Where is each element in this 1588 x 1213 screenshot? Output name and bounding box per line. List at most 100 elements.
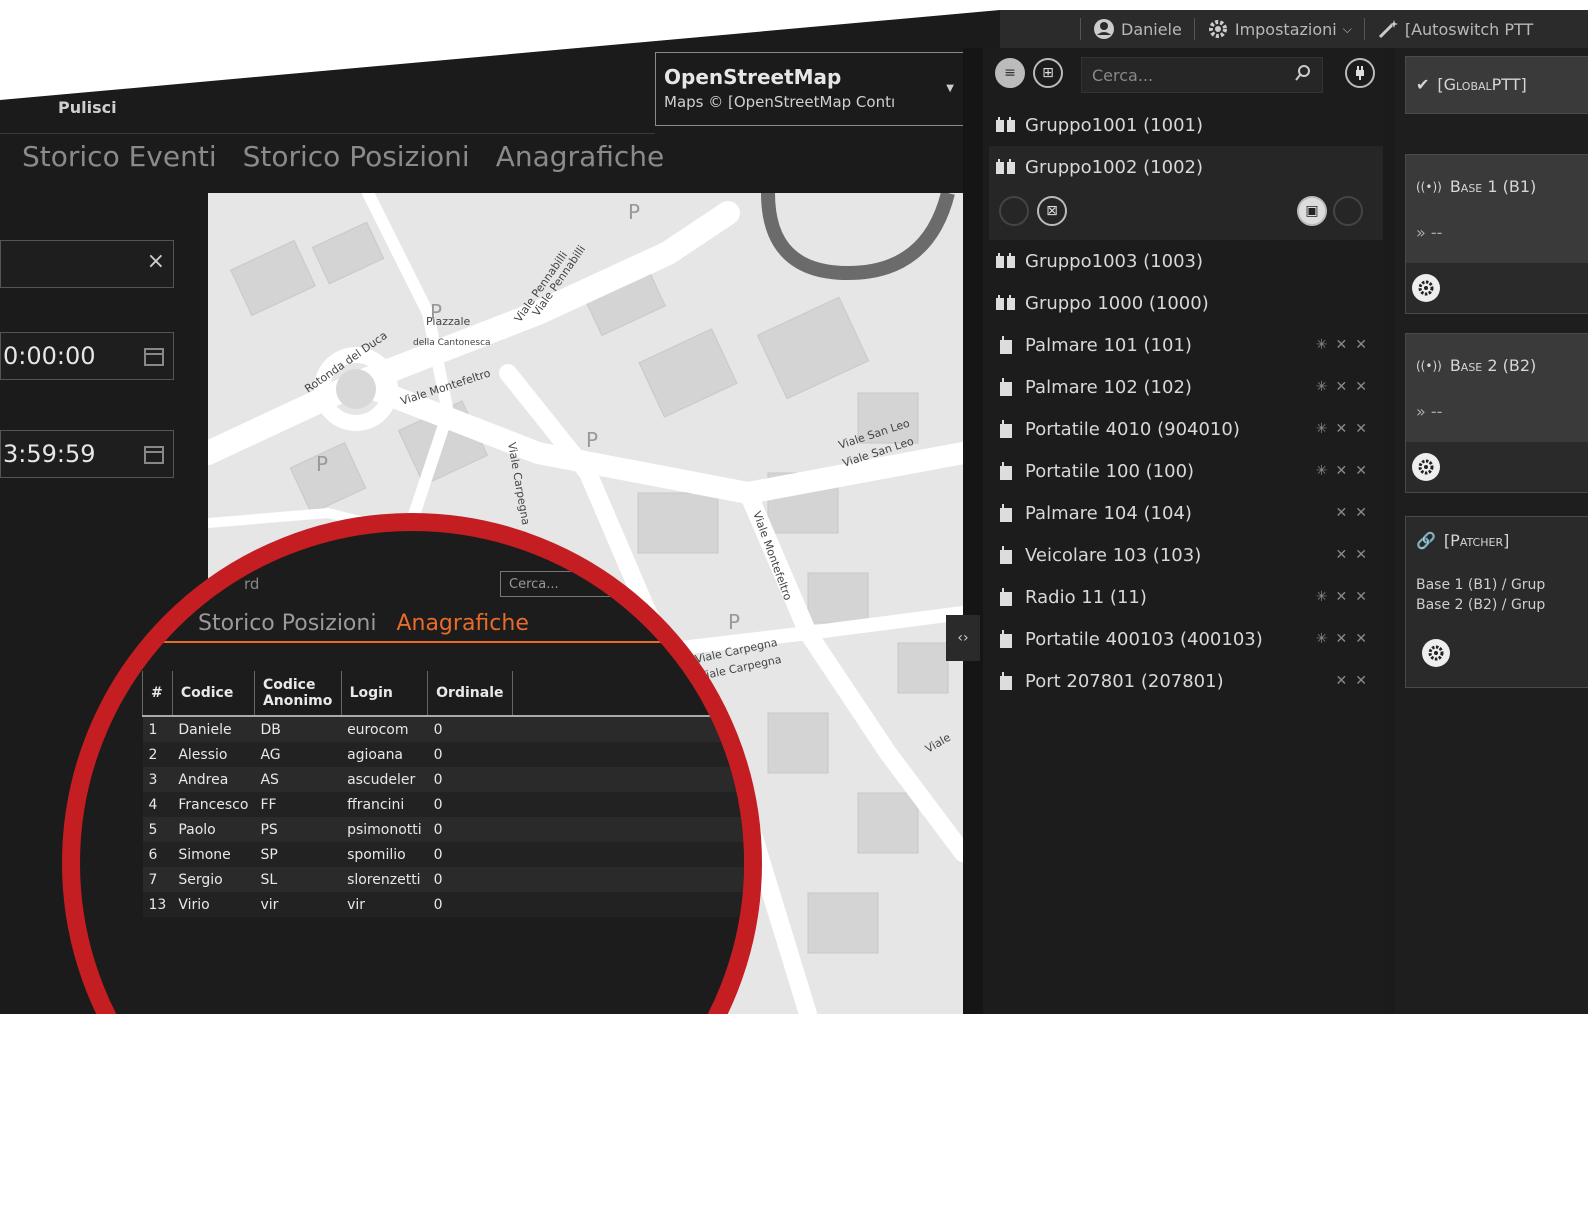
emergency-off-icon: ✕ <box>1355 505 1367 521</box>
global-ptt-label: [GlobalPTT] <box>1437 75 1527 94</box>
clear-icon[interactable]: × <box>147 249 165 274</box>
tree-item-radio[interactable]: Port 207801 (207801) ✕ ✕ <box>983 660 1383 702</box>
column-header[interactable]: Codice <box>171 671 255 717</box>
tree-search-input[interactable]: Cerca... <box>1081 57 1323 93</box>
disabled-action-icon <box>999 196 1029 226</box>
group-icon <box>995 117 1017 133</box>
table-row[interactable]: 13 Virio vir vir 0 <box>142 892 744 917</box>
cell-id: 3 <box>142 767 173 792</box>
tree-item-radio[interactable]: Palmare 104 (104) ✕ ✕ <box>983 492 1383 534</box>
tree-item-radio[interactable]: Portatile 400103 (400103) ✳ ✕ ✕ <box>983 618 1383 660</box>
cell-id: 13 <box>142 892 173 917</box>
parking-icon: P <box>316 452 328 476</box>
settings-menu[interactable]: Impostazioni ⌵ <box>1207 18 1352 40</box>
gear-icon[interactable] <box>1412 274 1440 302</box>
cell-ordinale: 0 <box>427 842 512 867</box>
tree-item-radio[interactable]: Portatile 100 (100) ✳ ✕ ✕ <box>983 450 1383 492</box>
cell-login: spomilio <box>341 842 428 867</box>
message-icon[interactable]: ▣ <box>1297 196 1327 226</box>
tree-item-radio[interactable]: Palmare 102 (102) ✳ ✕ ✕ <box>983 366 1383 408</box>
zoom-search-input[interactable]: Cerca... <box>500 571 650 597</box>
magic-wand-icon <box>1377 18 1399 40</box>
location-off-icon: ✕ <box>1335 337 1348 353</box>
table-row[interactable]: 2 Alessio AG agioana 0 <box>142 742 744 767</box>
gear-icon[interactable] <box>1412 453 1440 481</box>
autoswitch-ptt-toggle[interactable]: [Autoswitch PTT <box>1377 18 1533 40</box>
zoom-title-fragment: rd <box>244 575 260 593</box>
map-attribution: Maps © [OpenStreetMap Contı <box>664 93 896 111</box>
user-icon <box>1093 18 1115 40</box>
emergency-off-icon: ✕ <box>1355 421 1367 437</box>
search-icon[interactable] <box>1294 64 1312 86</box>
cell-login: ffrancini <box>341 792 428 817</box>
tree-item-radio[interactable]: Portatile 4010 (904010) ✳ ✕ ✕ <box>983 408 1383 450</box>
tree-item-label: Palmare 102 (102) <box>1025 376 1192 398</box>
calendar-icon[interactable] <box>143 345 165 373</box>
column-header[interactable]: Login <box>340 671 428 717</box>
user-menu[interactable]: Daniele <box>1093 18 1182 40</box>
column-header[interactable]: Codice Anonimo <box>253 671 342 717</box>
chevron-down-icon: ▼ <box>946 83 954 94</box>
table-row[interactable]: 6 Simone SP spomilio 0 <box>142 842 744 867</box>
cell-codice-anonimo: DB <box>254 716 342 742</box>
location-off-icon: ✕ <box>1335 379 1348 395</box>
table-row[interactable]: 7 Sergio SL slorenzetti 0 <box>142 867 744 892</box>
column-header[interactable]: # <box>142 671 173 717</box>
cell-codice-anonimo: vir <box>254 892 342 917</box>
mute-icon[interactable]: ⊠ <box>1037 196 1067 226</box>
parking-icon: P <box>586 428 598 452</box>
patch-list: Base 1 (B1) / Grup Base 2 (B2) / Grup <box>1416 575 1545 615</box>
gear-icon[interactable] <box>1422 639 1450 667</box>
calendar-icon[interactable] <box>143 443 165 471</box>
status-icons: ✳ ✕ ✕ <box>1316 379 1367 395</box>
radio-icon <box>995 420 1017 438</box>
link-icon: 🔗 <box>1416 531 1436 550</box>
plug-icon[interactable] <box>1345 58 1375 88</box>
cell-codice-anonimo: SP <box>254 842 342 867</box>
cell-codice-anonimo: AS <box>254 767 342 792</box>
application-window: Daniele Impostazioni ⌵ [Autoswitch PTT P… <box>0 10 1588 1014</box>
filter-input[interactable]: × <box>0 240 174 288</box>
tab-anagrafiche[interactable]: Anagrafiche <box>496 140 665 173</box>
tree-item-label: Palmare 104 (104) <box>1025 502 1192 524</box>
tree-item-group[interactable]: Gruppo1001 (1001) <box>983 104 1383 146</box>
date-from-field[interactable]: 0:00:00 <box>0 332 174 380</box>
tab-storico-posizioni[interactable]: Storico Posizioni <box>243 140 470 173</box>
tab-storico-eventi[interactable]: Storico Eventi <box>22 140 217 173</box>
date-to-field[interactable]: 3:59:59 <box>0 430 174 478</box>
table-row[interactable]: 1 Daniele DB eurocom 0 <box>142 716 744 742</box>
status-icons: ✕ ✕ <box>1336 673 1367 689</box>
radio-icon <box>995 336 1017 354</box>
table-row[interactable]: 4 Francesco FF ffrancini 0 <box>142 792 744 817</box>
tab-storico-posizioni[interactable]: Storico Posizioni <box>198 611 376 636</box>
radio-icon <box>995 672 1017 690</box>
base2-status: » -- <box>1416 402 1443 421</box>
divider <box>1080 18 1081 40</box>
table-row[interactable]: 5 Paolo PS psimonotti 0 <box>142 817 744 842</box>
collapse-panel-button[interactable]: ‹› <box>946 615 980 661</box>
tree-item-group[interactable]: Gruppo1003 (1003) <box>983 240 1383 282</box>
tree-view-icon[interactable]: ⊞ <box>1033 58 1063 88</box>
tab-anagrafiche[interactable]: Anagrafiche <box>396 611 528 636</box>
cell-login: vir <box>341 892 428 917</box>
map-layer-select[interactable]: OpenStreetMap Maps © [OpenStreetMap Cont… <box>655 52 965 126</box>
clear-button[interactable]: Pulisci <box>58 98 117 117</box>
tree-item-radio[interactable]: Palmare 101 (101) ✳ ✕ ✕ <box>983 324 1383 366</box>
list-view-icon[interactable]: ≡ <box>995 58 1025 88</box>
column-header[interactable]: Ordinale <box>427 671 513 717</box>
splitter[interactable] <box>963 48 983 1014</box>
cell-login: agioana <box>341 742 428 767</box>
cell-login: eurocom <box>341 716 428 742</box>
status-icons: ✳ ✕ ✕ <box>1316 589 1367 605</box>
tree-item-group[interactable]: Gruppo1002 (1002) <box>983 146 1383 188</box>
global-ptt-box[interactable]: ✔ [GlobalPTT] <box>1405 56 1588 114</box>
tree-item-radio[interactable]: Veicolare 103 (103) ✕ ✕ <box>983 534 1383 576</box>
table-row[interactable]: 3 Andrea AS ascudeler 0 <box>142 767 744 792</box>
tree-item-group[interactable]: Gruppo 1000 (1000) <box>983 282 1383 324</box>
antenna-icon: ((•)) <box>1416 179 1442 194</box>
tree-toolbar: ≡ ⊞ Cerca... <box>983 48 1383 98</box>
column-filler <box>512 671 744 717</box>
tree-item-radio[interactable]: Radio 11 (11) ✳ ✕ ✕ <box>983 576 1383 618</box>
divider <box>1363 18 1365 40</box>
date-to-value: 3:59:59 <box>3 440 96 468</box>
